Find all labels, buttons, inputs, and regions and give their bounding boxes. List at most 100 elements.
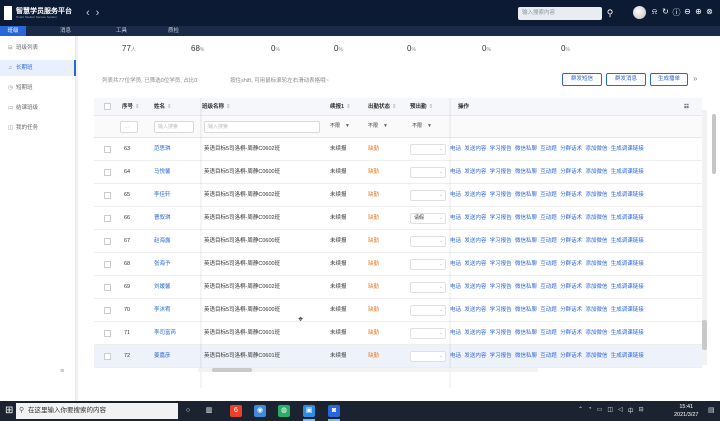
row-checkbox[interactable] [104,307,111,314]
sidebar-item-long-term[interactable]: ♫ 长期班 [0,60,76,76]
sidebar-item-short-term[interactable]: ◷ 短期班 [0,80,76,96]
row-action-link[interactable]: 电话 [450,146,461,152]
row-action-link[interactable]: 分群话术 [560,330,582,336]
row-action-link[interactable]: 分群话术 [560,215,582,221]
row-action-link[interactable]: 生成调课链接 [611,238,644,244]
tab-class[interactable]: 班级 [0,26,26,36]
row-action-link[interactable]: 学习报告 [490,238,512,244]
row-action-link[interactable]: 学习报告 [490,169,512,175]
row-checkbox[interactable] [104,330,111,337]
student-name-link[interactable]: 赵海露 [154,230,171,253]
app-icon-active[interactable]: ◙ [328,405,340,417]
row-checkbox[interactable] [104,238,111,245]
row-checkbox[interactable] [104,284,111,291]
sidebar-item-finished[interactable]: ▭ 结课班级 [0,100,76,116]
row-action-link[interactable]: 微信私聊 [515,238,537,244]
bulk-sms-button[interactable]: 群发短信 [562,73,602,86]
row-checkbox[interactable] [104,146,111,153]
no-filter-input[interactable]: … [120,121,138,133]
name-filter-input[interactable]: 输入搜索 [154,121,194,133]
row-action-link[interactable]: 添加微信 [585,284,607,290]
row-action-link[interactable]: 分群话术 [560,353,582,359]
table-row[interactable]: 65 李佳轩 英语目标5司洛桐-周静C0602班 未续报 缺勤 ⌄ 电话 发送内容 学习报告 微信… [94,184,702,207]
vertical-scrollbar[interactable] [702,110,707,365]
row-action-link[interactable]: 添加微信 [585,330,607,336]
pre-attendance-select[interactable]: ⌄ [410,351,446,362]
row-action-link[interactable]: 学习报告 [490,146,512,152]
pre-attendance-select[interactable]: ⌄ [410,144,446,155]
app-icon-red[interactable]: 6 [230,405,242,417]
row-action-link[interactable]: 互动题 [540,261,557,267]
row-action-link[interactable]: 添加微信 [585,169,607,175]
table-row[interactable]: 68 张海予 英语目标5司洛桐-周静C0600班 未续报 缺勤 ⌄ 电话 发送内容 学习报告 微信… [94,253,702,276]
table-row[interactable]: 66 曹叙琪 英语目标5司洛桐-周静C0602班 未续报 缺勤 请假 ⌄ 电话 发送内容 学习报告… [94,207,702,230]
row-action-link[interactable]: 学习报告 [490,284,512,290]
horizontal-scroll-thumb[interactable] [212,368,252,372]
tab-quality[interactable]: 质检 [168,26,179,36]
vertical-scroll-thumb[interactable] [702,320,707,350]
row-action-link[interactable]: 学习报告 [490,261,512,267]
search-icon[interactable]: ⚲ [604,7,616,19]
row-action-link[interactable]: 互动题 [540,330,557,336]
row-action-link[interactable]: 学习报告 [490,353,512,359]
refresh-icon[interactable]: ↻ [661,7,670,18]
pre-attendance-select[interactable]: 请假 ⌄ [410,213,446,224]
bell-icon[interactable]: ⍾ [650,7,659,18]
student-name-link[interactable]: 范思琪 [154,138,171,161]
pre-attendance-select[interactable]: ⌄ [410,305,446,316]
col-name[interactable]: 姓名 ⇕ [154,98,172,116]
row-action-link[interactable]: 分群话术 [560,284,582,290]
row-action-link[interactable]: 微信私聊 [515,307,537,313]
volume-icon[interactable]: ◁ [618,406,623,415]
row-action-link[interactable]: 微信私聊 [515,169,537,175]
row-action-link[interactable]: 生成调课链接 [611,353,644,359]
row-action-link[interactable]: 分群话术 [560,307,582,313]
app-icon-blue[interactable]: ◉ [254,405,266,417]
row-action-link[interactable]: 学习报告 [490,215,512,221]
pre-attendance-select[interactable]: ⌄ [410,282,446,293]
row-checkbox[interactable] [104,353,111,360]
column-settings-icon[interactable]: ☷ [684,98,689,116]
page-scrollbar[interactable] [708,36,720,401]
row-action-link[interactable]: 生成调课链接 [611,146,644,152]
row-action-link[interactable]: 电话 [450,284,461,290]
row-action-link[interactable]: 生成调课链接 [611,215,644,221]
pre-attendance-select[interactable]: ⌄ [410,167,446,178]
tab-message[interactable]: 消息 [60,26,71,36]
row-checkbox[interactable] [104,169,111,176]
row-checkbox[interactable] [104,261,111,268]
row-action-link[interactable]: 发送内容 [464,261,486,267]
student-name-link[interactable]: 李佳轩 [154,184,171,207]
row-action-link[interactable]: 生成调课链接 [611,192,644,198]
row-action-link[interactable]: 学习报告 [490,192,512,198]
taskbar-search[interactable]: ⚲ 在这里输入你要搜索的内容 [16,403,178,419]
row-action-link[interactable]: 互动题 [540,353,557,359]
table-row[interactable]: 71 李司富芮 英语目标5司洛桐-周静C0601班 未续报 缺勤 ⌄ 电话 发送内容 学习报告微… [94,322,702,345]
col-class[interactable]: 班级名称 ⇕ [202,98,231,116]
keyboard-icon[interactable]: ⊟ [639,406,644,415]
double-chevron-icon[interactable]: » [693,74,697,83]
table-row[interactable]: 64 马悦馨 英语目标5司洛桐-周静C0600班 未续报 缺勤 ⌄ 电话 发送内容 学习报告 微信… [94,161,702,184]
row-action-link[interactable]: 电话 [450,261,461,267]
forward-arrow-icon[interactable]: › [96,7,100,19]
page-scroll-thumb[interactable] [712,114,716,174]
row-action-link[interactable]: 发送内容 [464,284,486,290]
battery-icon[interactable]: ▭ [597,406,603,415]
row-action-link[interactable]: 添加微信 [585,261,607,267]
row-action-link[interactable]: 互动题 [540,192,557,198]
table-row[interactable]: 70 李沐宥 英语目标5司洛桐-周静C0600班 未续报 缺勤 ⌄ 电话 发送内容 学习报告 微信… [94,299,702,322]
row-action-link[interactable]: 生成调课链接 [611,284,644,290]
student-name-link[interactable]: 马悦馨 [154,161,171,184]
row-action-link[interactable]: 微信私聊 [515,146,537,152]
row-action-link[interactable]: 分群话术 [560,192,582,198]
row-action-link[interactable]: 发送内容 [464,307,486,313]
pre-attendance-filter[interactable]: 不限 ▼ [412,122,432,129]
row-action-link[interactable]: 电话 [450,192,461,198]
student-name-link[interactable]: 刘媛馨 [154,276,171,299]
row-action-link[interactable]: 发送内容 [464,169,486,175]
row-action-link[interactable]: 电话 [450,238,461,244]
row-action-link[interactable]: 添加微信 [585,353,607,359]
row-action-link[interactable]: 电话 [450,307,461,313]
task-view-icon[interactable]: ▥ [203,405,215,417]
row-action-link[interactable]: 微信私聊 [515,353,537,359]
